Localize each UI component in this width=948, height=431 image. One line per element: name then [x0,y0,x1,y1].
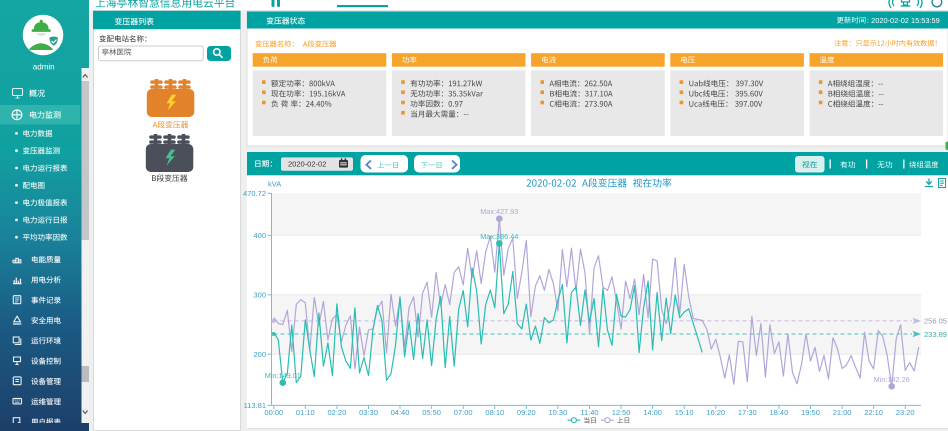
svg-text:23:20: 23:20 [896,408,915,417]
svg-text:11:40: 11:40 [580,408,598,417]
svg-text:12:50: 12:50 [612,408,631,417]
svg-text:09:20: 09:20 [517,408,536,417]
svg-text:05:50: 05:50 [422,408,441,417]
svg-text:Min:142.26: Min:142.26 [874,375,910,384]
svg-text:14:00: 14:00 [643,408,662,417]
svg-text:200: 200 [253,350,266,359]
svg-text:Min:149.01: Min:149.01 [265,371,301,380]
svg-text:10:30: 10:30 [549,408,568,417]
svg-text:03:30: 03:30 [359,408,378,417]
svg-text:07:00: 07:00 [454,408,473,417]
svg-text:21:00: 21:00 [833,408,852,417]
svg-text:02:20: 02:20 [328,408,347,417]
svg-text:470.72: 470.72 [243,189,266,198]
svg-text:2020-02-02: 2020-02-02 [288,160,326,169]
svg-text:22:10: 22:10 [864,408,883,417]
svg-text:04:40: 04:40 [391,408,410,417]
svg-text:Max:427.93: Max:427.93 [480,207,518,216]
svg-text:00:00: 00:00 [264,408,283,417]
svg-text:233.89: 233.89 [924,330,947,339]
svg-text:: 2020-02-02 15:53:59: : 2020-02-02 15:53:59 [867,16,940,25]
svg-text:400: 400 [253,231,266,240]
svg-text:08:10: 08:10 [485,408,504,417]
svg-text:01:10: 01:10 [296,408,315,417]
svg-text:kVA: kVA [268,180,281,189]
svg-text:17:30: 17:30 [738,408,757,417]
svg-text:256.05: 256.05 [924,317,947,326]
svg-text:300: 300 [253,291,266,300]
svg-text:Max:386.44: Max:386.44 [480,232,518,241]
svg-text:113.81: 113.81 [244,401,266,410]
svg-text:18:40: 18:40 [770,408,789,417]
svg-text:16:20: 16:20 [706,408,725,417]
svg-text:19:50: 19:50 [801,408,820,417]
svg-text:admin: admin [33,62,55,71]
svg-text:15:10: 15:10 [675,408,694,417]
